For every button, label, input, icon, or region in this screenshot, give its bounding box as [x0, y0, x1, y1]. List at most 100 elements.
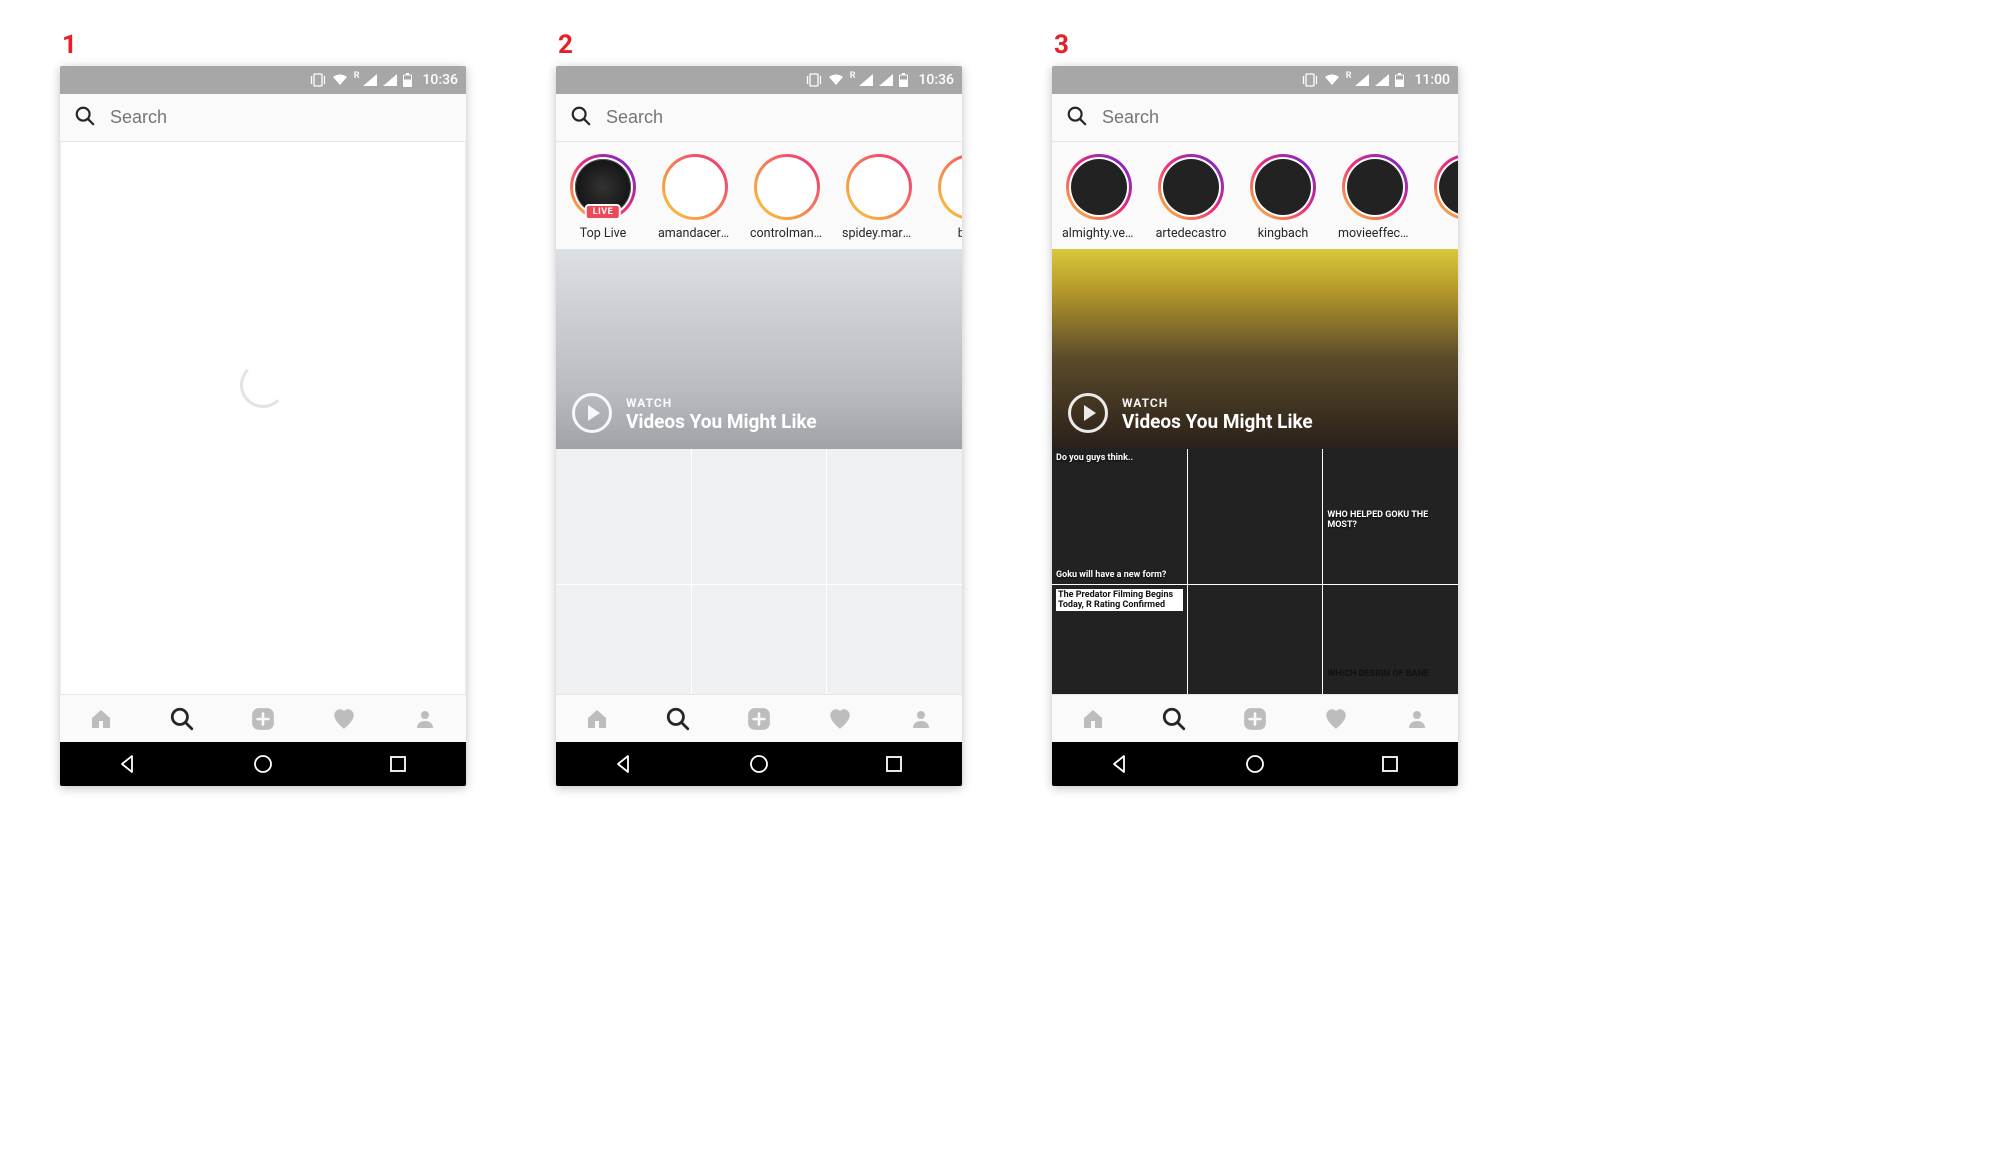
search-bar[interactable]: [1052, 94, 1458, 142]
stories-row[interactable]: LIVE Top Live amandacerny controlmana...…: [556, 142, 962, 249]
screen-3: 3 R 11:00 almighty.veg...: [1052, 30, 1458, 786]
tab-profile[interactable]: [881, 695, 962, 742]
search-input[interactable]: [1102, 107, 1444, 128]
grid-cell[interactable]: Do you guys think.. Goku will have a new…: [1052, 449, 1187, 584]
story-username: controlmana...: [750, 226, 824, 241]
nav-recents-button[interactable]: [881, 751, 907, 777]
search-icon: [74, 105, 96, 131]
nav-back-button[interactable]: [611, 751, 637, 777]
bottom-tab-bar: [1052, 694, 1458, 742]
grid-cell[interactable]: WHICH DESIGN OF BANE: [1323, 585, 1458, 694]
status-clock: 10:36: [422, 72, 458, 88]
screen-number-label: 2: [558, 30, 573, 60]
grid-cell-placeholder[interactable]: [692, 585, 827, 694]
tab-profile[interactable]: [1377, 695, 1458, 742]
tab-home[interactable]: [556, 695, 637, 742]
signal-icon: [1355, 74, 1369, 86]
avatar-icon: [1439, 159, 1458, 215]
status-bar: R 10:36: [60, 66, 466, 94]
story-item[interactable]: almighty.veg...: [1062, 154, 1136, 241]
story-item[interactable]: artedecastro: [1154, 154, 1228, 241]
tab-activity[interactable]: [304, 695, 385, 742]
nav-back-button[interactable]: [115, 751, 141, 777]
story-top-live[interactable]: LIVE Top Live: [566, 154, 640, 241]
phone-frame: R 11:00 almighty.veg... a: [1052, 66, 1458, 786]
nav-recents-button[interactable]: [1377, 751, 1403, 777]
nav-home-button[interactable]: [250, 751, 276, 777]
story-item[interactable]: amandacerny: [658, 154, 732, 241]
thumb-caption: WHO HELPED GOKU THE MOST?: [1327, 510, 1454, 530]
battery-icon: [403, 73, 412, 87]
tab-add[interactable]: [222, 695, 303, 742]
story-username: artedecastro: [1156, 226, 1227, 241]
grid-cell-placeholder[interactable]: [827, 449, 962, 584]
search-bar[interactable]: [60, 94, 466, 142]
grid-cell[interactable]: The Predator Filming Begins Today, R Rat…: [1052, 585, 1187, 694]
screen-number-label: 1: [62, 30, 77, 60]
story-item[interactable]: spidey.marvel: [842, 154, 916, 241]
hero-title: Videos You Might Like: [1122, 410, 1313, 433]
tab-activity[interactable]: [800, 695, 881, 742]
grid-cell-placeholder[interactable]: [827, 585, 962, 694]
nav-back-button[interactable]: [1107, 751, 1133, 777]
story-item[interactable]: movieeffectzz: [1338, 154, 1412, 241]
signal-icon: [363, 74, 377, 86]
video-hero[interactable]: WATCH Videos You Might Like: [1052, 249, 1458, 449]
content-area-loaded: almighty.veg... artedecastro kingbach mo…: [1052, 142, 1458, 694]
vibrate-icon: [806, 73, 822, 87]
search-bar[interactable]: [556, 94, 962, 142]
search-input[interactable]: [606, 107, 948, 128]
tab-home[interactable]: [60, 695, 141, 742]
tab-home[interactable]: [1052, 695, 1133, 742]
grid-cell[interactable]: [1188, 585, 1323, 694]
android-nav-bar: [60, 742, 466, 786]
content-area-skeleton: LIVE Top Live amandacerny controlmana...…: [556, 142, 962, 694]
bottom-tab-bar: [60, 694, 466, 742]
tab-search[interactable]: [1133, 695, 1214, 742]
thumb-caption: WHICH DESIGN OF BANE: [1327, 669, 1454, 679]
live-badge: LIVE: [585, 204, 621, 220]
grid-cell-placeholder[interactable]: [556, 449, 691, 584]
signal-icon-2: [879, 74, 893, 86]
tab-search[interactable]: [141, 695, 222, 742]
hero-eyebrow: WATCH: [1122, 396, 1313, 410]
avatar-icon: [1163, 159, 1219, 215]
nav-home-button[interactable]: [746, 751, 772, 777]
wifi-icon: [332, 74, 348, 86]
tab-activity[interactable]: [1296, 695, 1377, 742]
search-icon: [1066, 105, 1088, 131]
avatar-icon: [1255, 159, 1311, 215]
roaming-indicator: R: [850, 71, 856, 81]
grid-cell[interactable]: [1188, 449, 1323, 584]
explore-grid: Do you guys think.. Goku will have a new…: [1052, 449, 1458, 694]
stories-row[interactable]: almighty.veg... artedecastro kingbach mo…: [1052, 142, 1458, 249]
tab-search[interactable]: [637, 695, 718, 742]
video-hero[interactable]: WATCH Videos You Might Like: [556, 249, 962, 449]
story-item[interactable]: controlmana...: [750, 154, 824, 241]
story-item[interactable]: bella: [934, 154, 962, 241]
tab-profile[interactable]: [385, 695, 466, 742]
tab-add[interactable]: [1214, 695, 1295, 742]
story-username: bella: [958, 226, 962, 241]
search-icon: [570, 105, 592, 131]
status-clock: 10:36: [918, 72, 954, 88]
grid-cell[interactable]: WHO HELPED GOKU THE MOST?: [1323, 449, 1458, 584]
story-username: movieeffectzz: [1338, 226, 1412, 241]
thumb-caption: The Predator Filming Begins Today, R Rat…: [1056, 589, 1183, 611]
nav-recents-button[interactable]: [385, 751, 411, 777]
story-username: Top Live: [580, 226, 626, 241]
search-input[interactable]: [110, 107, 452, 128]
story-item[interactable]: kev: [1430, 154, 1458, 241]
play-icon: [572, 393, 612, 433]
status-clock: 11:00: [1414, 72, 1450, 88]
story-item[interactable]: kingbach: [1246, 154, 1320, 241]
grid-cell-placeholder[interactable]: [692, 449, 827, 584]
roaming-indicator: R: [354, 71, 360, 81]
nav-home-button[interactable]: [1242, 751, 1268, 777]
android-nav-bar: [1052, 742, 1458, 786]
battery-icon: [899, 73, 908, 87]
android-nav-bar: [556, 742, 962, 786]
grid-cell-placeholder[interactable]: [556, 585, 691, 694]
vibrate-icon: [310, 73, 326, 87]
tab-add[interactable]: [718, 695, 799, 742]
